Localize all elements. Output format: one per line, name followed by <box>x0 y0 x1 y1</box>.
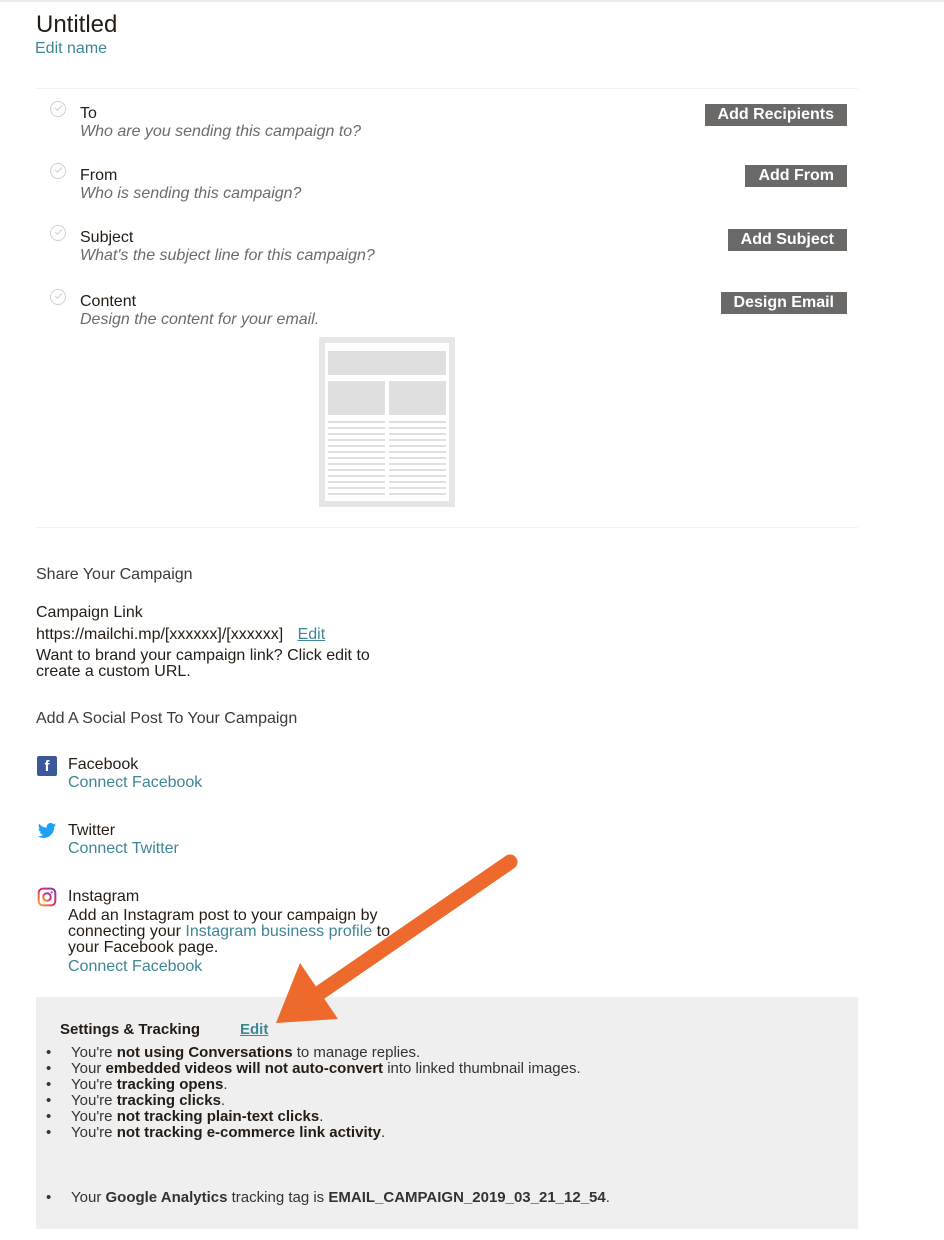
instagram-text-3: your Facebook page. <box>68 939 219 956</box>
checklist-label: Subject <box>80 229 134 246</box>
add-from-button[interactable]: Add From <box>745 165 847 187</box>
campaign-link-url: https://mailchi.mp/[xxxxxx]/[xxxxxx] <box>36 626 284 643</box>
checklist-label: To <box>80 105 97 122</box>
connect-facebook-link[interactable]: Connect Facebook <box>68 774 202 792</box>
check-circle-icon <box>50 289 66 305</box>
campaign-link-label: Campaign Link <box>36 604 143 621</box>
thumbnail-header-block <box>328 351 446 375</box>
settings-title: Settings & Tracking <box>60 1021 201 1038</box>
facebook-label: Facebook <box>68 756 139 773</box>
instagram-text-2-pre: connecting your <box>68 923 186 940</box>
settings-item: You're not tracking e-commerce link acti… <box>46 1125 581 1142</box>
thumbnail-text-lines <box>389 421 446 499</box>
add-recipients-button[interactable]: Add Recipients <box>704 104 847 126</box>
instagram-business-profile-link[interactable]: Instagram business profile <box>185 923 372 940</box>
instagram-text-2: connecting your Instagram business profi… <box>68 924 468 940</box>
settings-item: You're not using Conversations to manage… <box>46 1045 581 1062</box>
check-circle-icon <box>50 225 66 241</box>
instagram-text-2-post: to <box>372 923 390 940</box>
checklist-label: Content <box>80 293 137 310</box>
settings-edit-link[interactable]: Edit <box>240 1021 268 1038</box>
connect-twitter-link[interactable]: Connect Twitter <box>68 840 179 858</box>
settings-list: You're not using Conversations to manage… <box>46 1045 581 1142</box>
thumbnail-image-block <box>389 381 446 415</box>
check-circle-icon <box>50 101 66 117</box>
thumbnail-text-lines <box>328 421 385 499</box>
design-email-button[interactable]: Design Email <box>720 292 847 314</box>
top-divider <box>0 0 944 2</box>
check-circle-icon <box>50 163 66 179</box>
campaign-link-edit[interactable]: Edit <box>298 626 326 643</box>
edit-name-link[interactable]: Edit name <box>35 40 107 58</box>
checklist-label: From <box>80 167 118 184</box>
instagram-text-1: Add an Instagram post to your campaign b… <box>68 907 378 924</box>
settings-item: You're tracking clicks. <box>46 1093 581 1110</box>
twitter-icon <box>37 823 57 838</box>
social-heading: Add A Social Post To Your Campaign <box>36 710 298 727</box>
settings-tracking-panel: Settings & Tracking Edit You're not usin… <box>36 997 858 1229</box>
email-template-thumbnail[interactable] <box>319 337 455 507</box>
campaign-checklist: To Who are you sending this campaign to?… <box>36 88 858 528</box>
instagram-connect-facebook-link[interactable]: Connect Facebook <box>68 958 202 976</box>
instagram-label: Instagram <box>68 888 140 905</box>
settings-item: You're tracking opens. <box>46 1077 581 1094</box>
campaign-link-row: https://mailchi.mp/[xxxxxx]/[xxxxxx] Edi… <box>36 626 325 644</box>
checklist-description: Who are you sending this campaign to? <box>80 123 362 140</box>
share-heading: Share Your Campaign <box>36 566 193 583</box>
instagram-icon <box>37 887 57 907</box>
brand-link-text-2: create a custom URL. <box>36 663 191 680</box>
google-analytics-line: Your Google Analytics tracking tag is EM… <box>46 1189 610 1206</box>
checklist-description: Who is sending this campaign? <box>80 185 302 202</box>
add-subject-button[interactable]: Add Subject <box>727 229 847 251</box>
checklist-description: Design the content for your email. <box>80 311 320 328</box>
campaign-title: Untitled <box>36 11 118 38</box>
twitter-label: Twitter <box>68 822 116 839</box>
checklist-description: What's the subject line for this campaig… <box>80 247 375 264</box>
thumbnail-image-block <box>328 381 385 415</box>
settings-item: Your embedded videos will not auto-conve… <box>46 1061 581 1078</box>
settings-item: You're not tracking plain-text clicks. <box>46 1109 581 1126</box>
facebook-icon: f <box>37 756 57 776</box>
